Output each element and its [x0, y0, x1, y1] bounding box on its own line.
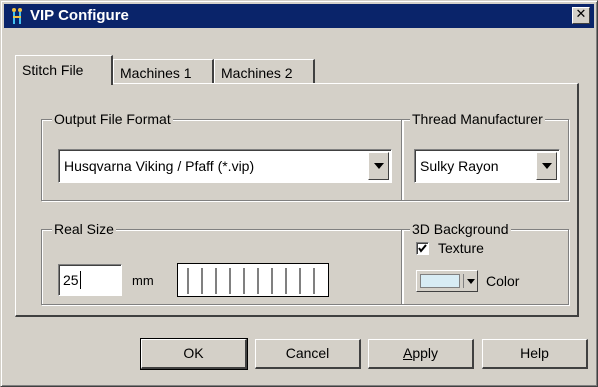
- close-button[interactable]: ✕: [572, 7, 590, 24]
- text-cursor: [80, 271, 81, 289]
- real-size-value: 25: [63, 272, 79, 288]
- title-bar[interactable]: VIP Configure ✕: [4, 4, 594, 28]
- ruler-ticks: [187, 268, 315, 294]
- close-icon: ✕: [575, 7, 587, 22]
- color-swatch: [420, 274, 460, 288]
- output-format-value: Husqvarna Viking / Pfaff (*.vip): [64, 158, 255, 174]
- apply-button[interactable]: Apply: [368, 339, 474, 369]
- thread-manufacturer-group: Thread Manufacturer Sulky Rayon: [401, 111, 569, 201]
- help-label: Help: [520, 345, 549, 361]
- tab-stitch-file[interactable]: Stitch File: [15, 55, 113, 85]
- group-title: 3D Background: [410, 221, 511, 237]
- group-title: Output File Format: [52, 111, 173, 127]
- texture-label: Texture: [438, 240, 484, 256]
- color-picker-button[interactable]: [416, 270, 478, 292]
- group-title: Thread Manufacturer: [410, 111, 545, 127]
- chevron-down-icon: [467, 279, 475, 284]
- stitch-file-panel: Output File Format Husqvarna Viking / Pf…: [15, 83, 579, 317]
- chevron-down-icon[interactable]: [536, 152, 557, 180]
- thread-manufacturer-select[interactable]: Sulky Rayon: [414, 149, 560, 183]
- chevron-down-icon[interactable]: [368, 152, 389, 180]
- real-size-input[interactable]: 25: [58, 264, 122, 296]
- size-ruler: [177, 263, 329, 297]
- apply-mnemonic: A: [402, 345, 413, 361]
- help-button[interactable]: Help: [482, 339, 588, 369]
- 3d-background-group: 3D Background Texture Color: [401, 221, 569, 305]
- color-picker-divider: [463, 274, 464, 288]
- group-title: Real Size: [52, 221, 116, 237]
- tab-label: Machines 2: [221, 65, 293, 81]
- output-format-select[interactable]: Husqvarna Viking / Pfaff (*.vip): [58, 149, 392, 183]
- real-size-group: Real Size 25 mm: [41, 221, 403, 305]
- texture-checkbox[interactable]: [416, 242, 429, 255]
- ok-button[interactable]: OK: [140, 338, 248, 370]
- color-label: Color: [486, 273, 520, 289]
- tab-label: Stitch File: [22, 62, 84, 78]
- output-file-format-group: Output File Format Husqvarna Viking / Pf…: [41, 111, 403, 201]
- ok-label: OK: [183, 345, 204, 361]
- vip-app-icon: [12, 8, 22, 24]
- thread-manufacturer-value: Sulky Rayon: [420, 158, 499, 174]
- tab-label: Machines 1: [120, 65, 192, 81]
- tab-machines-1[interactable]: Machines 1: [113, 59, 214, 85]
- apply-label: pply: [412, 345, 439, 361]
- window-title: VIP Configure: [30, 7, 129, 24]
- cancel-button[interactable]: Cancel: [255, 339, 361, 369]
- vip-configure-dialog: VIP Configure ✕ Stitch File Machines 1 M…: [0, 0, 598, 387]
- cancel-label: Cancel: [285, 345, 330, 361]
- checkmark-icon: [418, 244, 427, 253]
- tab-machines-2[interactable]: Machines 2: [214, 59, 315, 85]
- unit-label: mm: [132, 273, 154, 288]
